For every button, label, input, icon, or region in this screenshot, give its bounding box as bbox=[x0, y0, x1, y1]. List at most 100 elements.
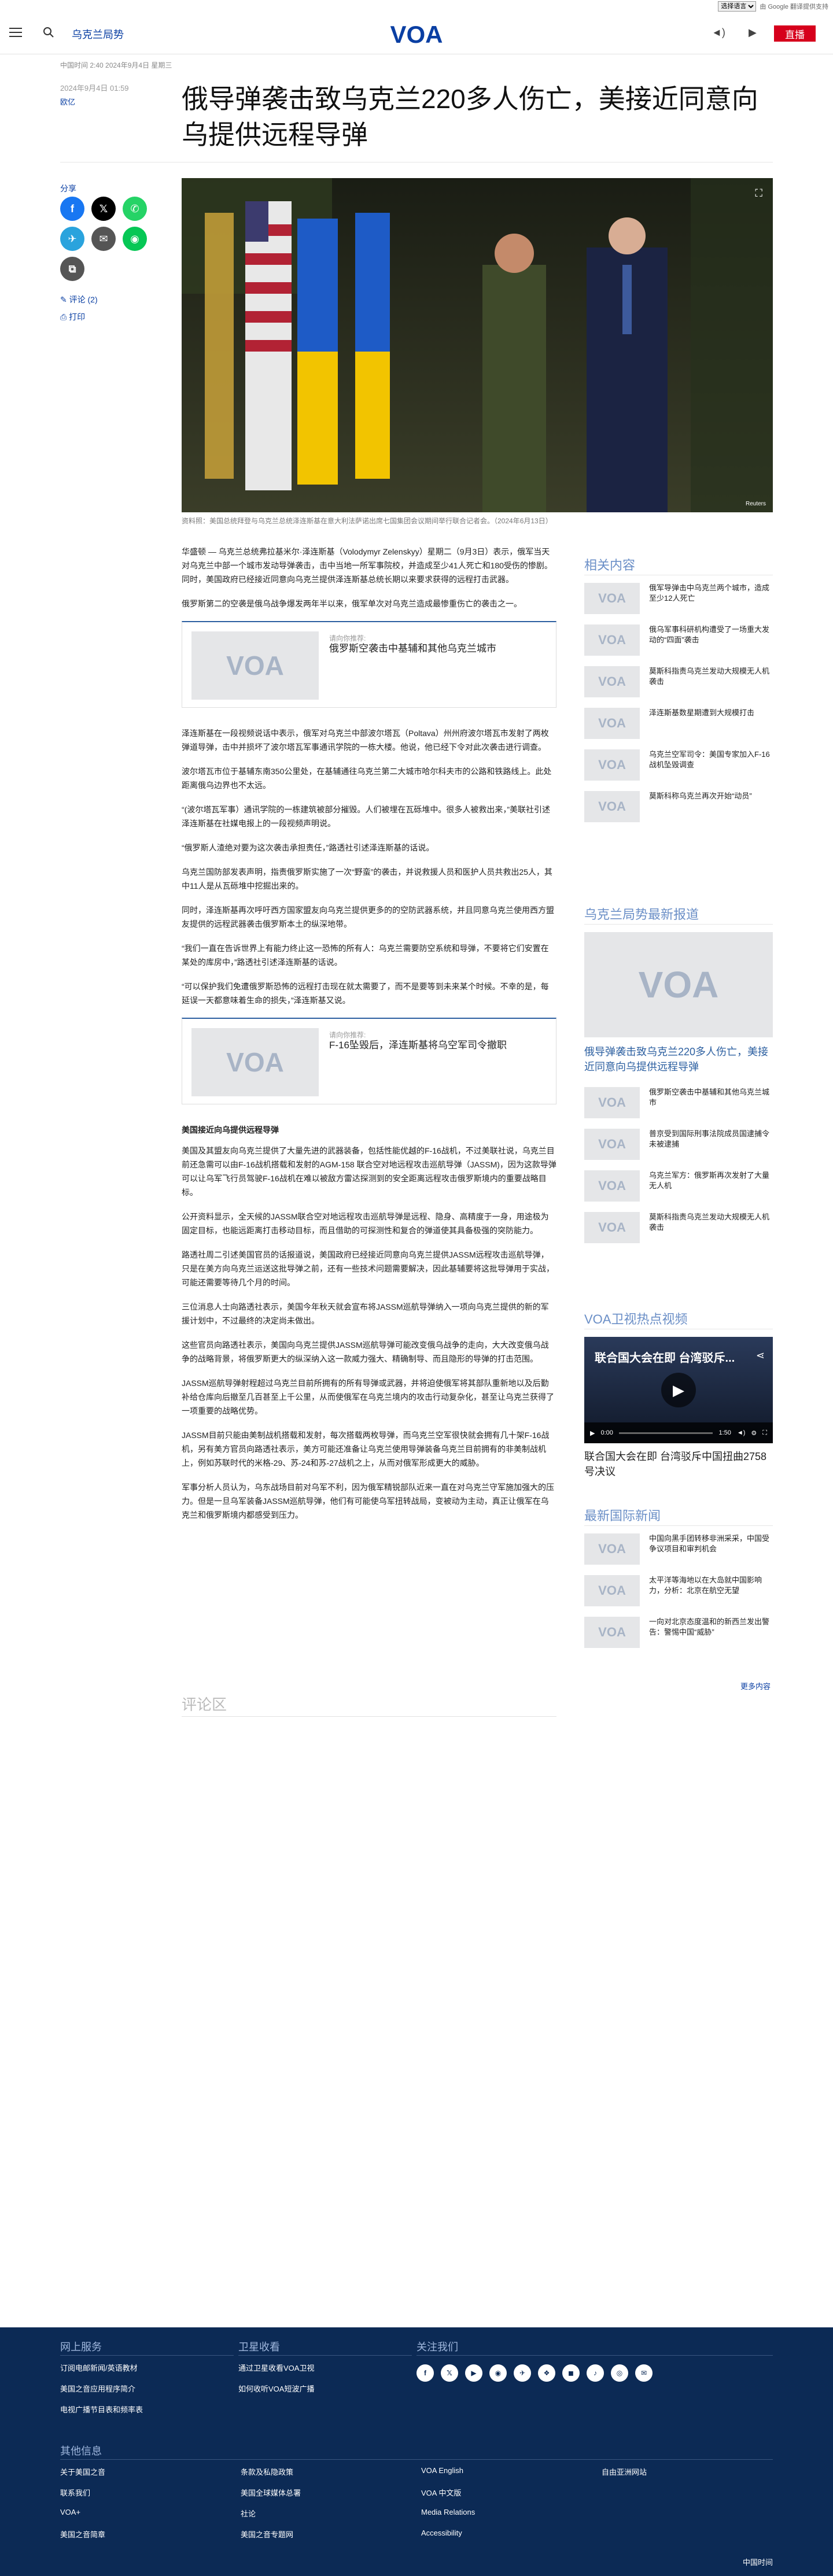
footer-link[interactable]: Accessibility bbox=[421, 2529, 462, 2537]
footer-link[interactable]: 美国之音应用程序简介 bbox=[60, 2383, 135, 2394]
photo-credit: Reuters bbox=[746, 501, 766, 507]
print-link-label: 打印 bbox=[69, 312, 86, 321]
fullscreen-icon[interactable]: ⛶ bbox=[762, 1429, 767, 1437]
list-thumbnail: VOA bbox=[584, 1170, 640, 1202]
list-item[interactable]: VOA 莫斯科称乌克兰再次开始“动员” bbox=[584, 791, 773, 822]
line-icon[interactable]: ◎ bbox=[611, 2364, 628, 2382]
footer-link[interactable]: Media Relations bbox=[421, 2508, 475, 2516]
footer-link[interactable]: 美国全球媒体总署 bbox=[241, 2487, 301, 2498]
footer-link[interactable]: 联系我们 bbox=[60, 2487, 90, 2498]
list-item-title: 中国向黑手团转移非洲采采，中国受争议项目和审判机会 bbox=[649, 1534, 770, 1553]
x-icon[interactable]: 𝕏 bbox=[441, 2364, 458, 2382]
footer-link[interactable]: VOA+ bbox=[60, 2508, 80, 2516]
settings-icon[interactable]: ⚙ bbox=[751, 1429, 757, 1437]
related-thumbnail: VOA bbox=[191, 631, 319, 700]
footer-link[interactable]: VOA English bbox=[421, 2466, 463, 2475]
list-item[interactable]: VOA 中国向黑手团转移非洲采采，中国受争议项目和审判机会 bbox=[584, 1533, 773, 1565]
live-button[interactable]: 直播 bbox=[774, 25, 816, 42]
hero-image: Reuters ⛶ bbox=[182, 178, 773, 512]
footer-link[interactable]: 美国之音专题网 bbox=[241, 2529, 293, 2540]
paragraph: “可以保护我们免遭俄罗斯恐怖的远程打击现在就太需要了，而不是要等到未来某个时候。… bbox=[182, 982, 549, 1005]
search-icon[interactable] bbox=[42, 25, 56, 39]
list-item[interactable]: VOA 乌克兰空军司令：美国专家加入F-16战机坠毁调查 bbox=[584, 749, 773, 781]
list-item[interactable]: VOA 俄乌军事科研机构遭受了一场重大发动的“四面”袭击 bbox=[584, 624, 773, 656]
line-share-icon[interactable]: ◉ bbox=[123, 227, 147, 251]
facebook-icon[interactable]: f bbox=[417, 2364, 434, 2382]
share-icon[interactable]: ⋖ bbox=[756, 1350, 765, 1362]
list-item[interactable]: VOA 乌克兰军方：俄罗斯再次发射了大量无人机 bbox=[584, 1170, 773, 1202]
video-title[interactable]: 联合国大会在即 台湾驳斥中国扭曲2758号决议 bbox=[584, 1449, 773, 1479]
comments-link[interactable]: ✎ 评论 (2) bbox=[60, 294, 98, 305]
menu-icon[interactable] bbox=[9, 28, 22, 37]
related-thumbnail: VOA bbox=[191, 1028, 319, 1096]
footer-link[interactable]: 电视广播节目表和频率表 bbox=[60, 2404, 143, 2415]
language-select[interactable]: 选择语言 bbox=[718, 1, 757, 12]
podcast-icon[interactable]: ♪ bbox=[587, 2364, 604, 2382]
footer-link[interactable]: 如何收听VOA短波广播 bbox=[238, 2383, 314, 2394]
related-article-card[interactable]: VOA 请向你推荐: F-16坠毁后，泽连斯基将乌空军司令撤职 bbox=[182, 1018, 556, 1104]
footer-link[interactable]: 社论 bbox=[241, 2508, 256, 2519]
footer-heading-satellite: 卫星收看 bbox=[238, 2341, 280, 2353]
footer-link[interactable]: 美国之音简章 bbox=[60, 2529, 105, 2540]
video-overlay-title: 联合国大会在即 台湾驳斥... bbox=[595, 1352, 735, 1365]
footer-link[interactable]: 关于美国之音 bbox=[60, 2466, 105, 2477]
telegram-share-icon[interactable]: ✈ bbox=[60, 227, 84, 251]
list-thumbnail: VOA bbox=[584, 1617, 640, 1648]
list-item-title: 俄罗斯空袭击中基辅和其他乌克兰城市 bbox=[649, 1088, 770, 1107]
thumbnail-logo-text: VOA bbox=[598, 633, 626, 647]
list-item[interactable]: VOA 俄军导弹击中乌克兰两个城市，造成至少12人死亡 bbox=[584, 583, 773, 614]
section-link[interactable]: 乌克兰局势 bbox=[72, 27, 124, 42]
list-item[interactable]: VOA 一向对北京态度温和的新西兰发出警告：警惕中国“威胁” bbox=[584, 1617, 773, 1648]
audio-icon[interactable]: ◄) bbox=[712, 27, 725, 39]
footer-link[interactable]: 通过卫星收看VOA卫视 bbox=[238, 2362, 314, 2373]
print-link[interactable]: ⎙ 打印 bbox=[60, 311, 85, 323]
list-item[interactable]: VOA 莫斯科指责乌克兰发动大规模无人机袭击 bbox=[584, 666, 773, 697]
email-icon[interactable]: ✉ bbox=[635, 2364, 653, 2382]
x-share-icon[interactable]: 𝕏 bbox=[91, 197, 116, 221]
copy-link-icon[interactable]: ⧉ bbox=[60, 257, 84, 281]
list-item[interactable]: VOA 泽连斯基数星期遭到大规模打击 bbox=[584, 708, 773, 739]
telegram-icon[interactable]: ✈ bbox=[514, 2364, 531, 2382]
footer-link[interactable]: 订阅电邮新闻/英语教材 bbox=[60, 2362, 138, 2373]
featured-thumbnail[interactable]: VOA bbox=[584, 932, 773, 1037]
rss-icon[interactable]: ◼ bbox=[562, 2364, 580, 2382]
list-thumbnail: VOA bbox=[584, 1212, 640, 1243]
whatsapp-share-icon[interactable]: ✆ bbox=[123, 197, 147, 221]
email-share-icon[interactable]: ✉ bbox=[91, 227, 116, 251]
featured-title[interactable]: 俄导弹袭击致乌克兰220多人伤亡，美接近同意向乌提供远程导弹 bbox=[584, 1044, 773, 1074]
footer-link[interactable]: 自由亚洲网站 bbox=[602, 2466, 647, 2477]
list-item[interactable]: VOA 太平洋等海地以在大岛就中国影响力，分析：北京在航空无望 bbox=[584, 1575, 773, 1606]
comment-icon: ✎ bbox=[60, 295, 69, 304]
logo-text: VOA bbox=[390, 21, 443, 47]
divider bbox=[182, 1716, 556, 1717]
category-link[interactable]: 欧亿 bbox=[60, 96, 75, 107]
translate-powered-text: 由 Google 翻译提供支持 bbox=[760, 3, 828, 10]
video-player[interactable]: 联合国大会在即 台湾驳斥... ⋖ ▶ ▶ 0:00 1:50 ◄) ⚙ ⛶ bbox=[584, 1337, 773, 1443]
video-icon[interactable]: ▶︎ bbox=[749, 27, 757, 39]
list-item-title: 莫斯科指责乌克兰发动大规模无人机袭击 bbox=[649, 667, 770, 686]
instagram-icon[interactable]: ◉ bbox=[489, 2364, 507, 2382]
footer-link[interactable]: 条款及私隐政策 bbox=[241, 2466, 293, 2477]
list-item[interactable]: VOA 普京受到国际刑事法院成员国逮捕令未被逮捕 bbox=[584, 1129, 773, 1160]
list-thumbnail: VOA bbox=[584, 624, 640, 656]
video-progress-bar[interactable] bbox=[618, 1432, 713, 1434]
youtube-icon[interactable]: ▶ bbox=[465, 2364, 482, 2382]
list-item[interactable]: VOA 俄罗斯空袭击中基辅和其他乌克兰城市 bbox=[584, 1087, 773, 1118]
volume-icon[interactable]: ◄) bbox=[737, 1429, 746, 1436]
play-small-icon[interactable]: ▶ bbox=[590, 1429, 595, 1437]
footer-link[interactable]: VOA 中文版 bbox=[421, 2487, 461, 2498]
paragraph: 军事分析人员认为，乌东战场目前对乌军不利，因为俄军精锐部队近来一直在对乌克兰守军… bbox=[182, 1483, 554, 1520]
list-item-title: 泽连斯基数星期遭到大规模打击 bbox=[649, 708, 755, 717]
translate-widget: 选择语言 由 Google 翻译提供支持 bbox=[718, 0, 828, 13]
play-icon[interactable]: ▶ bbox=[661, 1373, 696, 1407]
facebook-share-icon[interactable]: f bbox=[60, 197, 84, 221]
related-article-card[interactable]: VOA 请向你推荐: 俄罗斯空袭击中基辅和其他乌克兰城市 bbox=[182, 621, 556, 708]
more-link[interactable]: 更多内容 bbox=[740, 1680, 771, 1691]
thumbnail-logo-text: VOA bbox=[598, 1178, 626, 1193]
expand-icon[interactable]: ⛶ bbox=[755, 187, 762, 199]
list-item[interactable]: VOA 莫斯科指责乌克兰发动大规模无人机袭击 bbox=[584, 1212, 773, 1243]
list-thumbnail: VOA bbox=[584, 666, 640, 697]
voa-logo[interactable]: VOA bbox=[388, 20, 445, 48]
app-icon[interactable]: ❖ bbox=[538, 2364, 555, 2382]
list-thumbnail: VOA bbox=[584, 708, 640, 739]
